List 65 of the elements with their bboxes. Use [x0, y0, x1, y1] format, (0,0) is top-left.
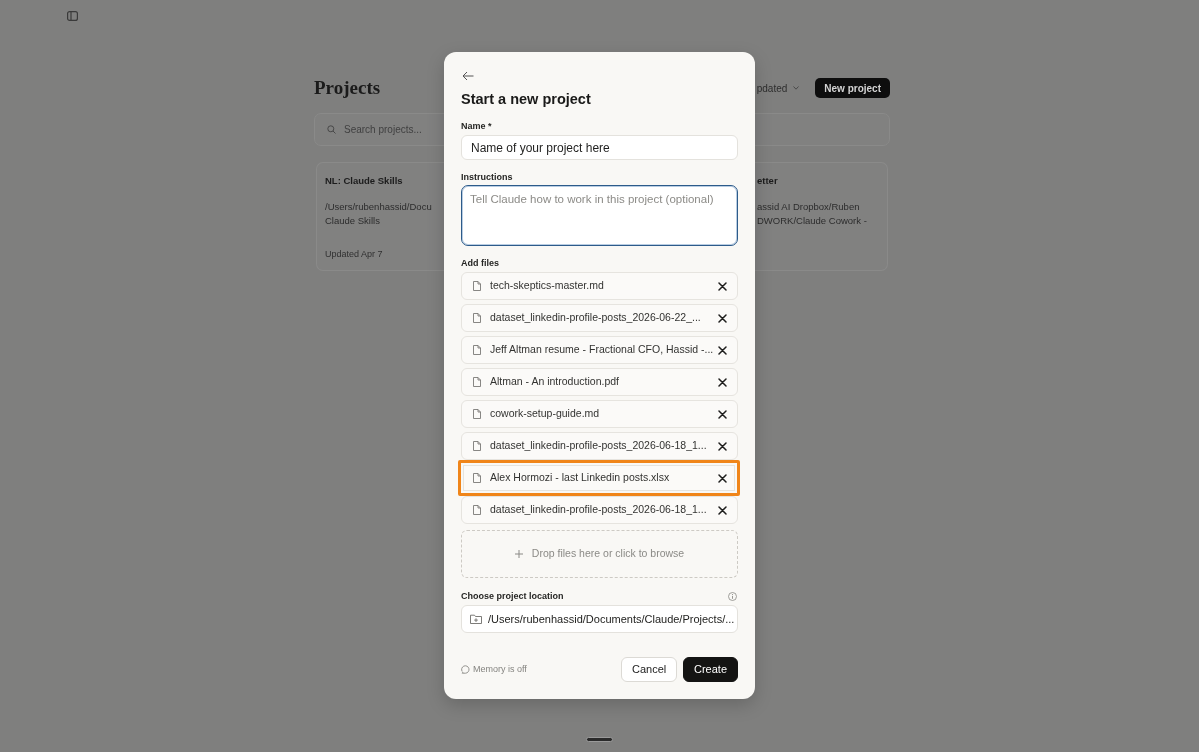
- project-card[interactable]: etter assid AI Dropbox/Ruben DWORK/Claude Cowork -: [755, 162, 888, 271]
- remove-file-button[interactable]: [718, 473, 727, 483]
- file-icon: [473, 409, 481, 419]
- arrow-left-icon: [462, 71, 474, 81]
- card-path-text: DWORK/Claude Cowork -: [757, 214, 868, 228]
- file-icon: [473, 441, 481, 451]
- project-card[interactable]: NL: Claude Skills /Users/rubenhassid/Docu Claude Skills Updated Apr 7: [316, 162, 444, 271]
- file-name: cowork-setup-guide.md: [490, 406, 601, 422]
- close-icon: [718, 505, 727, 515]
- dialog-title: Start a new project: [461, 91, 592, 108]
- sort-dropdown[interactable]: pdated: [756, 80, 800, 96]
- remove-file-button[interactable]: [718, 409, 727, 419]
- plus-icon: [514, 550, 523, 558]
- page-title: Projects: [314, 78, 381, 98]
- file-icon: [473, 345, 481, 355]
- speech-bubble-icon: [461, 665, 470, 674]
- close-icon: [718, 345, 727, 355]
- close-icon: [718, 473, 727, 483]
- sidebar-toggle-icon: [67, 11, 78, 21]
- instructions-field[interactable]: Tell Claude how to work in this project (optional): [461, 185, 738, 246]
- remove-file-button[interactable]: [718, 505, 727, 515]
- remove-file-button[interactable]: [718, 377, 727, 387]
- file-name: dataset_linkedin-profile-posts_2026-06-18_1...: [490, 502, 708, 518]
- file-name: tech-skeptics-master.md: [490, 278, 605, 294]
- remove-file-button[interactable]: [718, 441, 727, 451]
- new-project-button[interactable]: New project: [815, 78, 890, 98]
- file-icon: [473, 473, 481, 483]
- cancel-button[interactable]: Cancel: [621, 657, 677, 682]
- card-path-text: /Users/rubenhassid/Docu: [325, 200, 433, 214]
- chevron-down-icon: [793, 86, 800, 90]
- card-title: etter: [757, 175, 779, 187]
- file-name: Altman - An introduction.pdf: [490, 374, 620, 390]
- name-input[interactable]: Name of your project here: [461, 135, 738, 160]
- card-path-text: Claude Skills: [325, 214, 381, 228]
- name-label: Name *: [461, 121, 493, 131]
- close-icon: [718, 409, 727, 419]
- file-icon: [473, 313, 481, 323]
- location-picker[interactable]: /Users/rubenhassid/Documents/Claude/Projects/...: [461, 605, 738, 633]
- file-name: dataset_linkedin-profile-posts_2026-06-22_...: [490, 310, 702, 326]
- file-name: dataset_linkedin-profile-posts_2026-06-18_1...: [490, 438, 708, 454]
- remove-file-button[interactable]: [718, 281, 727, 291]
- card-title: NL: Claude Skills: [325, 175, 404, 187]
- file-icon: [473, 505, 481, 515]
- instructions-label: Instructions: [461, 172, 514, 182]
- file-icon: [473, 377, 481, 387]
- create-button[interactable]: Create: [683, 657, 738, 682]
- card-updated-text: Updated Apr 7: [325, 247, 384, 261]
- remove-file-button[interactable]: [718, 345, 727, 355]
- close-icon: [718, 313, 727, 323]
- back-button[interactable]: [462, 71, 474, 81]
- memory-status-button[interactable]: Memory is off: [461, 662, 527, 677]
- close-icon: [718, 377, 727, 387]
- home-indicator: [586, 737, 613, 742]
- search-icon: [327, 125, 336, 134]
- card-path-text: assid AI Dropbox/Ruben: [757, 200, 861, 214]
- file-drop-zone[interactable]: Drop files here or click to browse: [461, 530, 738, 578]
- close-icon: [718, 441, 727, 451]
- close-icon: [718, 281, 727, 291]
- folder-plus-icon: [470, 614, 482, 624]
- location-label: Choose project location: [461, 591, 564, 601]
- file-name: Alex Hormozi - last Linkedin posts.xlsx: [490, 470, 671, 486]
- add-files-label: Add files: [461, 258, 500, 268]
- remove-file-button[interactable]: [718, 313, 727, 323]
- info-icon: [728, 591, 737, 601]
- file-icon: [473, 281, 481, 291]
